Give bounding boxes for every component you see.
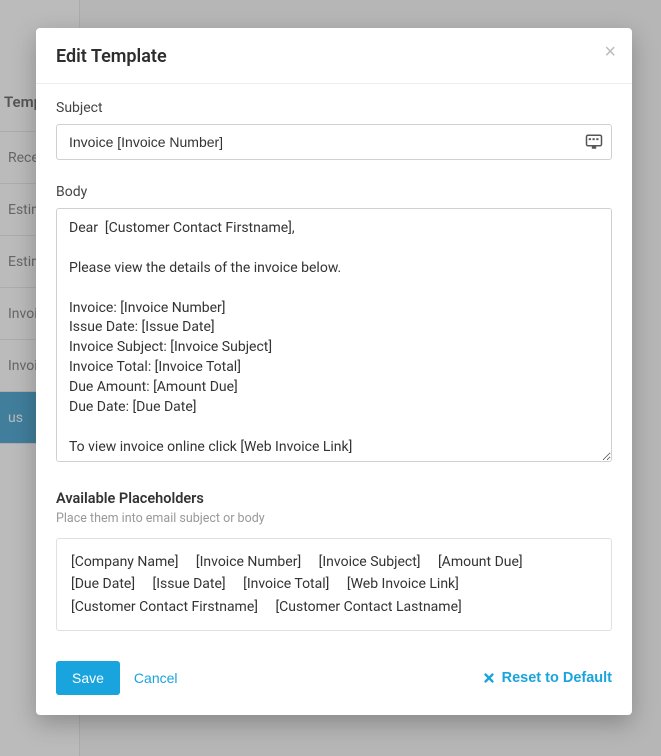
placeholders-box: [Company Name] [Invoice Number] [Invoice… [56, 538, 612, 631]
placeholder-chip[interactable]: [Customer Contact Firstname] [71, 596, 258, 618]
placeholder-chip[interactable]: [Invoice Subject] [319, 551, 421, 573]
placeholder-chip[interactable]: [Issue Date] [153, 573, 226, 595]
placeholder-chip[interactable]: [Customer Contact Lastname] [275, 596, 461, 618]
reset-icon [482, 671, 496, 685]
subject-label: Subject [56, 100, 612, 116]
subject-input[interactable] [56, 124, 612, 160]
cancel-button[interactable]: Cancel [134, 670, 178, 686]
body-textarea[interactable] [56, 208, 612, 462]
reset-to-default-button[interactable]: Reset to Default [482, 670, 612, 686]
modal-title: Edit Template [56, 46, 612, 67]
modal-footer: Save Cancel Reset to Default [36, 651, 632, 715]
placeholder-chip[interactable]: [Web Invoice Link] [347, 573, 459, 595]
placeholder-picker-icon[interactable] [584, 133, 604, 151]
save-button[interactable]: Save [56, 661, 120, 695]
reset-label: Reset to Default [502, 670, 612, 686]
close-button[interactable]: × [604, 42, 616, 62]
body-label: Body [56, 184, 612, 200]
placeholders-heading: Available Placeholders [56, 490, 612, 507]
modal-header: Edit Template × [36, 28, 632, 84]
placeholder-chip[interactable]: [Invoice Number] [196, 551, 301, 573]
placeholder-chip[interactable]: [Invoice Total] [243, 573, 329, 595]
modal-body: Subject Body Available Placeholders Plac… [36, 84, 632, 631]
close-icon: × [604, 41, 616, 63]
placeholder-chip[interactable]: [Amount Due] [438, 551, 523, 573]
placeholder-chip[interactable]: [Due Date] [71, 573, 135, 595]
edit-template-modal: Edit Template × Subject Body Available P… [36, 28, 632, 715]
placeholders-subheading: Place them into email subject or body [56, 511, 612, 526]
placeholder-chip[interactable]: [Company Name] [71, 551, 178, 573]
